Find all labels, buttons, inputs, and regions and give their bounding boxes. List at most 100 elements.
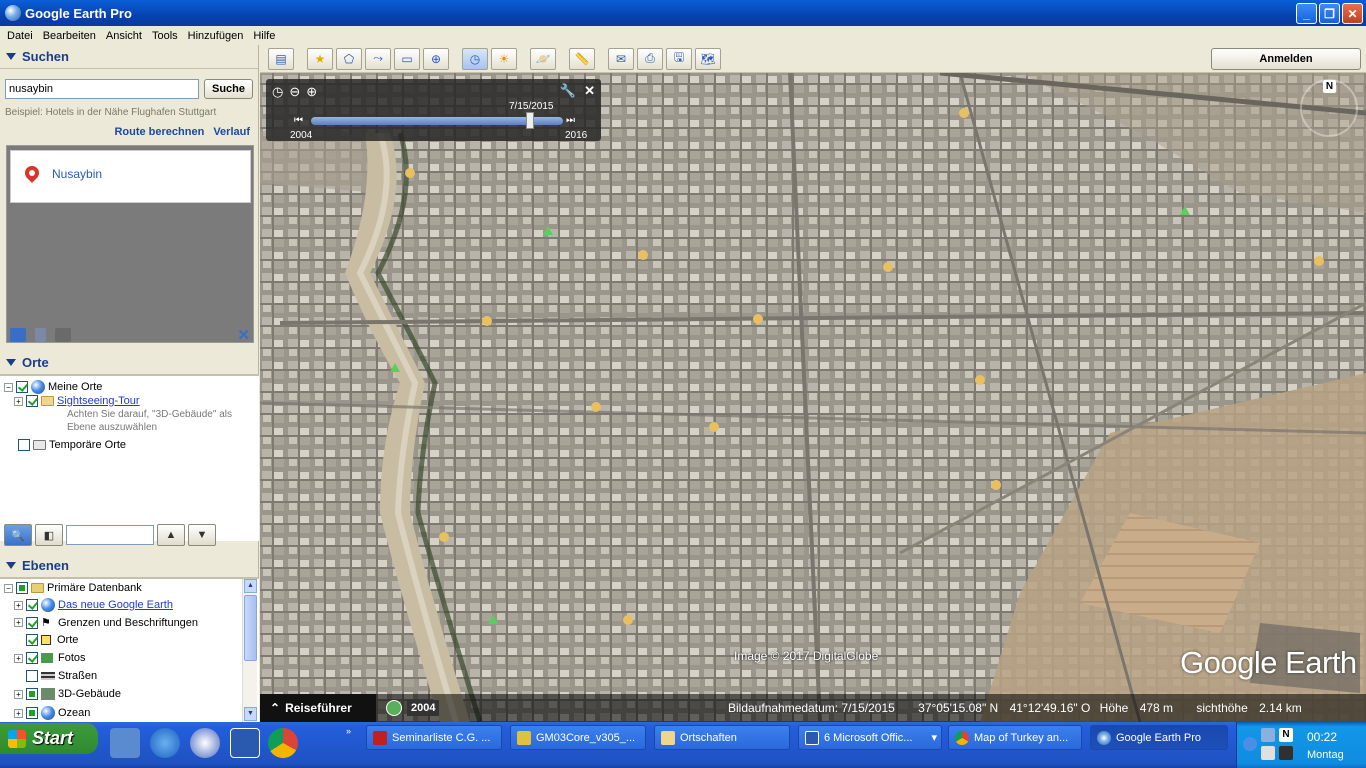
search-input[interactable] — [5, 79, 199, 99]
route-link[interactable]: Route berechnen — [114, 126, 204, 138]
folder-add-icon[interactable] — [10, 328, 26, 342]
minimize-button[interactable]: _ — [1296, 3, 1317, 24]
view-in-maps-icon[interactable]: 🗺 — [695, 47, 721, 70]
taskbar-item[interactable]: 6 Microsoft Offic... ▾ — [798, 725, 942, 750]
maximize-button[interactable]: ❐ — [1319, 3, 1340, 24]
tree-row-primary-db[interactable]: − Primäre Datenbank — [4, 582, 142, 594]
print-icon[interactable] — [55, 328, 71, 342]
search-places-icon[interactable]: 🔍 — [4, 524, 32, 546]
zoom-out-icon[interactable]: ⊖ — [289, 84, 300, 100]
taskbar-item-active[interactable]: Google Earth Pro — [1090, 725, 1228, 750]
checkbox[interactable] — [26, 634, 38, 646]
layers-scrollbar[interactable]: ▲ ▼ — [242, 579, 257, 722]
time-slider-track[interactable] — [311, 117, 563, 125]
device-icon[interactable] — [1279, 746, 1293, 760]
close-slider-icon[interactable]: ✕ — [584, 83, 595, 99]
time-slider-thumb[interactable] — [526, 112, 535, 129]
clock-time[interactable]: 00:22 — [1307, 730, 1337, 744]
map-view[interactable]: ◷ ⊖ ⊕ 🔧 ✕ 7/15/2015 ⏮ ⏭ 2004 2016 N Imag… — [260, 73, 1366, 722]
planets-icon[interactable]: 🪐 — [530, 47, 556, 70]
step-forward-icon[interactable]: ⏭ — [566, 115, 575, 126]
layer-item[interactable]: + ⚑ Grenzen und Beschriftungen — [14, 616, 198, 629]
tour-guide-button[interactable]: ⌃ Reiseführer — [260, 694, 376, 722]
search-result-item[interactable]: Nusaybin — [10, 150, 251, 203]
expand-icon[interactable]: + — [14, 396, 23, 406]
menu-help[interactable]: Hilfe — [248, 30, 280, 42]
taskbar-item[interactable]: GM03Core_v305_... — [510, 725, 646, 750]
network-icon[interactable] — [1261, 728, 1275, 742]
internet-explorer-icon[interactable] — [150, 728, 180, 758]
satellite-imagery[interactable] — [260, 73, 1366, 722]
expand-icon[interactable]: + — [14, 689, 23, 699]
tree-row-my-places[interactable]: − Meine Orte — [4, 380, 102, 394]
expand-icon[interactable]: + — [14, 600, 23, 610]
add-path-icon[interactable]: ⤳ — [365, 47, 391, 70]
sunlight-icon[interactable]: ☀ — [491, 47, 517, 70]
tray-expand-icon[interactable] — [1243, 737, 1257, 751]
expand-icon[interactable]: + — [14, 653, 23, 663]
media-player-icon[interactable] — [190, 728, 220, 758]
expand-icon[interactable]: + — [14, 708, 23, 718]
layer-item[interactable]: + 3D-Gebäude — [14, 688, 121, 700]
clock-icon[interactable]: ◷ — [272, 84, 283, 100]
add-polygon-icon[interactable]: ⬠ — [336, 47, 362, 70]
checkbox[interactable] — [26, 395, 38, 407]
layer-item[interactable]: + Das neue Google Earth — [14, 598, 173, 612]
checkbox[interactable] — [26, 707, 38, 719]
checkbox[interactable] — [26, 688, 38, 700]
layer-item[interactable]: Orte — [14, 634, 78, 646]
show-desktop-icon[interactable] — [110, 728, 140, 758]
search-panel-header[interactable]: Suchen — [0, 45, 258, 69]
checkbox[interactable] — [26, 652, 38, 664]
menu-tools[interactable]: Tools — [147, 30, 183, 42]
add-placemark-icon[interactable]: ★ — [307, 47, 333, 70]
zoom-in-icon[interactable]: ⊕ — [306, 84, 317, 100]
word-icon[interactable] — [230, 728, 260, 758]
move-up-icon[interactable]: ▲ — [157, 524, 185, 546]
sidebar-toggle-icon[interactable]: ▤ — [268, 47, 294, 70]
chrome-icon[interactable] — [268, 728, 298, 758]
start-button[interactable]: Start — [0, 723, 98, 754]
checkbox[interactable] — [18, 439, 30, 451]
taskbar-item[interactable]: Ortschaften — [654, 725, 790, 750]
panel-toggle-icon[interactable]: ◧ — [35, 524, 63, 546]
record-tour-icon[interactable]: ⊕ — [423, 47, 449, 70]
wrench-icon[interactable]: 🔧 — [560, 83, 576, 99]
ruler-icon[interactable]: 📏 — [569, 47, 595, 70]
close-button[interactable]: ✕ — [1342, 3, 1363, 24]
taskbar-item[interactable]: Seminarliste C.G. ... — [366, 725, 502, 750]
scroll-down-icon[interactable]: ▼ — [244, 707, 257, 721]
historical-imagery-indicator[interactable]: 2004 — [386, 700, 440, 716]
history-link[interactable]: Verlauf — [213, 126, 250, 138]
copy-icon[interactable] — [35, 328, 46, 342]
layers-panel-header[interactable]: Ebenen — [0, 554, 259, 578]
scroll-thumb[interactable] — [244, 595, 257, 661]
clear-search-icon[interactable]: ✕ — [237, 326, 250, 344]
layer-item[interactable]: + Ozean — [14, 706, 90, 720]
quicklaunch-expand-icon[interactable]: » — [346, 726, 351, 736]
collapse-icon[interactable]: − — [4, 583, 13, 593]
layer-item[interactable]: + Fotos — [14, 652, 86, 664]
search-button[interactable]: Suche — [204, 79, 253, 99]
expand-icon[interactable]: + — [14, 618, 23, 627]
speaker-icon[interactable] — [1261, 746, 1275, 760]
search-result-label[interactable]: Nusaybin — [52, 167, 102, 181]
menu-file[interactable]: Datei — [2, 30, 38, 42]
checkbox[interactable] — [16, 381, 28, 393]
menu-view[interactable]: Ansicht — [101, 30, 147, 42]
checkbox[interactable] — [26, 599, 38, 611]
login-button[interactable]: Anmelden — [1211, 48, 1361, 70]
notification-n-icon[interactable]: N — [1279, 728, 1293, 742]
navigation-compass[interactable]: N — [1300, 79, 1358, 137]
email-icon[interactable]: ✉ — [608, 47, 634, 70]
historical-imagery-icon[interactable]: ◷ — [462, 47, 488, 70]
checkbox[interactable] — [16, 582, 28, 594]
print-icon[interactable]: ⎙ — [637, 47, 663, 70]
save-image-icon[interactable]: 🖫 — [666, 47, 692, 70]
collapse-icon[interactable]: − — [4, 382, 13, 392]
taskbar-item[interactable]: Map of Turkey an... — [948, 725, 1082, 750]
places-panel-header[interactable]: Orte — [0, 351, 259, 375]
move-down-icon[interactable]: ▼ — [188, 524, 216, 546]
menu-edit[interactable]: Bearbeiten — [38, 30, 101, 42]
checkbox[interactable] — [26, 670, 38, 682]
